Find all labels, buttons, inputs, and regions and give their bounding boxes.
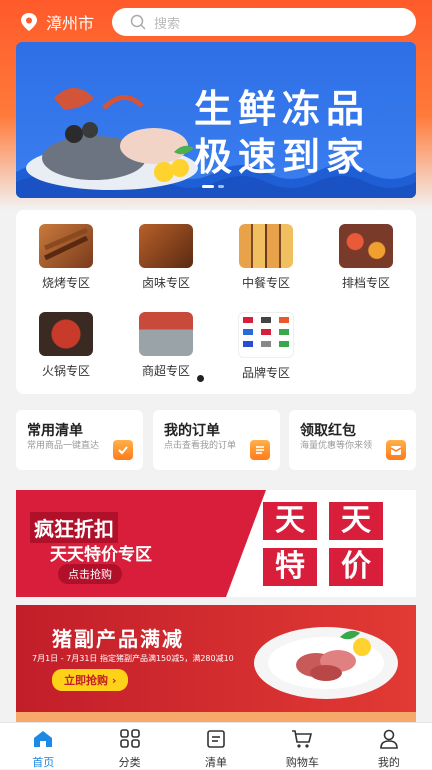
search-input[interactable]: 搜索 xyxy=(112,8,416,36)
category-label: 中餐专区 xyxy=(241,276,290,290)
promo-button[interactable]: 点击抢购 xyxy=(58,564,122,584)
tab-cart[interactable]: 购物车 xyxy=(259,723,345,769)
card-subtitle: 海量优惠等你来领 xyxy=(300,441,373,451)
user-icon xyxy=(380,729,398,749)
quick-cards: 常用清单 常用商品一键直达 我的订单 点击查看我的订单 领取红包 海量优惠等你来… xyxy=(16,410,416,470)
order-icon xyxy=(250,440,270,460)
chinese-thumbnail xyxy=(239,224,293,268)
promo-subhead: 天天特价专区 xyxy=(50,545,152,565)
category-label: 卤味专区 xyxy=(141,276,190,290)
list-icon xyxy=(207,730,225,748)
promo-tiles: 天 天 特 价 xyxy=(263,502,403,588)
category-label: 品牌专区 xyxy=(241,366,290,380)
brand-thumbnail xyxy=(238,312,294,358)
category-grid: 烧烤专区 卤味专区 中餐专区 排档专区 火锅专区 商超专区 品牌专区 xyxy=(16,210,416,394)
promo-headline: 疯狂折扣 xyxy=(30,512,118,543)
header: 漳州市 搜索 xyxy=(0,0,432,44)
card-title: 常用清单 xyxy=(27,423,83,439)
supermarket-thumbnail xyxy=(139,312,193,356)
grid-icon xyxy=(119,729,140,748)
promo-daily-deals[interactable]: 疯狂折扣 天天特价专区 点击抢购 天 天 特 价 xyxy=(16,490,416,597)
location-pin-icon xyxy=(21,13,37,31)
promo-tile: 价 xyxy=(329,548,383,586)
banner-line-2: 极速到家 xyxy=(194,135,371,179)
banner-pagination xyxy=(202,185,224,188)
category-supermarket[interactable]: 商超专区 xyxy=(116,298,216,379)
braised-thumbnail xyxy=(139,224,193,268)
card-title: 领取红包 xyxy=(300,423,356,439)
card-my-orders[interactable]: 我的订单 点击查看我的订单 xyxy=(153,410,280,470)
hero-banner[interactable]: 生鲜冻品 极速到家 xyxy=(16,42,416,198)
red-packet-icon xyxy=(386,440,406,460)
promo-detail: 7月1日 - 7月31日 指定猪副产品满150减5，满280减10 xyxy=(32,654,234,663)
promo-buy-button[interactable]: 立即抢购 › xyxy=(52,669,129,691)
bottom-tab-bar: 首页 分类 清单 购物车 我的 xyxy=(0,722,432,769)
promo-tile: 特 xyxy=(263,548,317,586)
card-red-packet[interactable]: 领取红包 海量优惠等你来领 xyxy=(289,410,416,470)
category-chinese[interactable]: 中餐专区 xyxy=(216,210,316,291)
category-page-indicator xyxy=(197,375,204,382)
location-selector[interactable]: 漳州市 xyxy=(20,10,94,34)
card-title: 我的订单 xyxy=(164,423,220,439)
seafood-illustration xyxy=(26,88,198,190)
promo-tile: 天 xyxy=(263,502,317,540)
card-subtitle: 常用商品一键直达 xyxy=(27,441,100,451)
promo-headline: 猪副产品满减 xyxy=(52,627,184,651)
category-label: 火锅专区 xyxy=(41,364,90,378)
promo-pork-discount[interactable]: 猪副产品满减 7月1日 - 7月31日 指定猪副产品满150减5，满280减10… xyxy=(16,605,416,712)
category-label: 烧烤专区 xyxy=(41,276,90,290)
category-stall[interactable]: 排档专区 xyxy=(316,210,416,291)
banner-line-1: 生鲜冻品 xyxy=(194,87,371,131)
category-bbq[interactable]: 烧烤专区 xyxy=(16,210,116,291)
stall-thumbnail xyxy=(339,224,393,268)
promo-tile: 天 xyxy=(329,502,383,540)
category-label: 排档专区 xyxy=(341,276,390,290)
city-label: 漳州市 xyxy=(46,14,95,33)
hotpot-thumbnail xyxy=(39,312,93,356)
tab-list[interactable]: 清单 xyxy=(173,723,259,769)
tab-profile[interactable]: 我的 xyxy=(346,723,432,769)
bbq-thumbnail xyxy=(39,224,93,268)
card-subtitle: 点击查看我的订单 xyxy=(164,441,237,451)
category-braised[interactable]: 卤味专区 xyxy=(116,210,216,291)
search-placeholder: 搜索 xyxy=(154,16,181,32)
tab-home[interactable]: 首页 xyxy=(0,723,86,769)
category-brand[interactable]: 品牌专区 xyxy=(216,298,316,381)
card-frequent-list[interactable]: 常用清单 常用商品一键直达 xyxy=(16,410,143,470)
tab-category[interactable]: 分类 xyxy=(86,723,172,769)
check-list-icon xyxy=(113,440,133,460)
search-icon xyxy=(130,14,146,30)
category-hotpot[interactable]: 火锅专区 xyxy=(16,298,116,379)
home-icon xyxy=(34,731,53,747)
cart-icon xyxy=(292,730,313,748)
pork-plate-image xyxy=(254,627,398,699)
